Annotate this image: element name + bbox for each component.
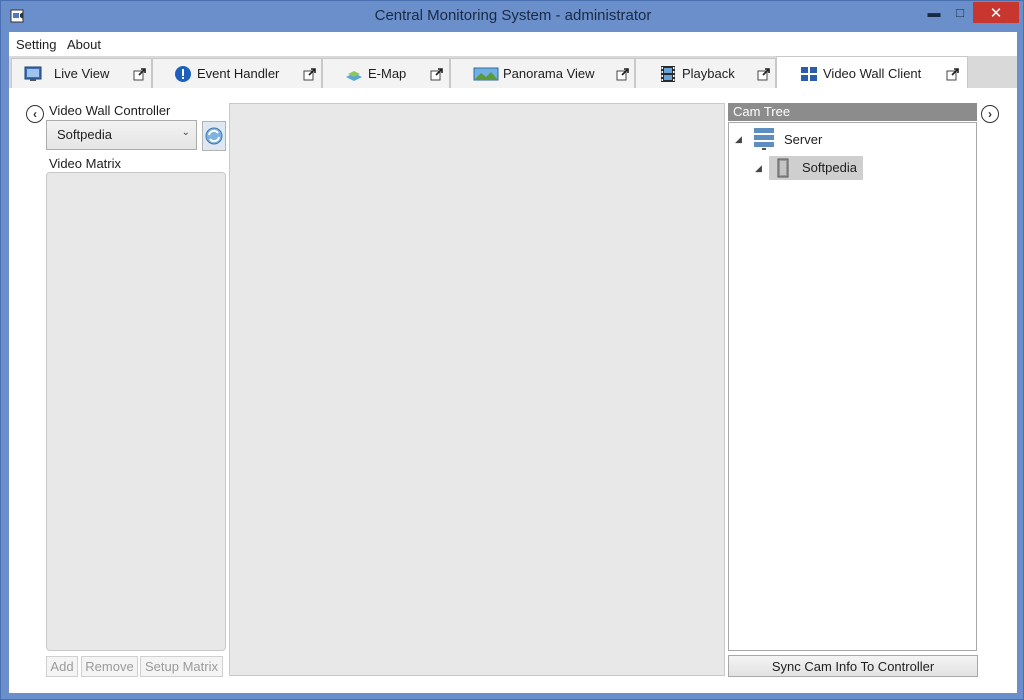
- title-bar[interactable]: Central Monitoring System - administrato…: [1, 1, 1024, 32]
- detach-icon[interactable]: [430, 67, 444, 81]
- tree-node-server[interactable]: Server: [784, 132, 822, 147]
- tab-panorama-view[interactable]: Panorama View: [450, 58, 635, 88]
- client-area: Setting About Live View Event Handler E-…: [9, 32, 1017, 693]
- tab-emap-label: E-Map: [368, 66, 407, 81]
- tab-playback[interactable]: Playback: [635, 58, 776, 88]
- cam-tree-header: Cam Tree: [728, 103, 977, 121]
- controller-select-value: Softpedia: [57, 127, 112, 142]
- detach-icon[interactable]: [946, 67, 960, 81]
- tab-panorama-view-label: Panorama View: [503, 66, 595, 81]
- tab-event-handler[interactable]: Event Handler: [152, 58, 322, 88]
- tab-video-wall-client-label: Video Wall Client: [823, 66, 922, 81]
- expand-icon[interactable]: ◢: [755, 163, 762, 174]
- tree-node-selected[interactable]: Softpedia: [769, 156, 863, 180]
- playback-icon: [661, 66, 675, 82]
- panorama-icon: [473, 67, 499, 81]
- chevron-left-icon: ‹: [33, 107, 37, 121]
- setup-matrix-button[interactable]: Setup Matrix: [140, 656, 223, 677]
- detach-icon[interactable]: [133, 67, 147, 81]
- detach-icon[interactable]: [757, 67, 771, 81]
- event-handler-icon: [175, 66, 191, 82]
- detach-icon[interactable]: [616, 67, 630, 81]
- cam-tree[interactable]: ◢ Server ◢ Softpedia: [728, 122, 977, 651]
- tab-live-view-label: Live View: [54, 66, 110, 81]
- sync-cam-info-button[interactable]: Sync Cam Info To Controller: [728, 655, 978, 677]
- tab-video-wall-client[interactable]: Video Wall Client: [776, 56, 968, 88]
- minimize-button[interactable]: ▬: [921, 2, 947, 23]
- remove-button[interactable]: Remove: [81, 656, 138, 677]
- emap-icon: [346, 71, 362, 81]
- video-matrix-label: Video Matrix: [49, 156, 122, 171]
- menu-setting[interactable]: Setting: [16, 37, 56, 52]
- add-button[interactable]: Add: [46, 656, 78, 677]
- live-view-icon: [24, 66, 42, 81]
- refresh-button[interactable]: [202, 121, 226, 151]
- collapse-left-button[interactable]: ‹: [26, 105, 44, 123]
- video-wall-canvas[interactable]: [229, 103, 725, 676]
- expand-icon[interactable]: ◢: [735, 134, 742, 145]
- detach-icon[interactable]: [303, 67, 317, 81]
- tab-live-view[interactable]: Live View: [11, 58, 152, 88]
- tab-playback-label: Playback: [682, 66, 735, 81]
- video-wall-icon: [801, 67, 817, 81]
- tab-strip: Live View Event Handler E-Map Panorama V…: [9, 56, 1017, 88]
- video-wall-controller-label: Video Wall Controller: [49, 103, 171, 118]
- close-button[interactable]: ✕: [973, 2, 1019, 23]
- window-frame: Central Monitoring System - administrato…: [0, 0, 1024, 700]
- tab-emap[interactable]: E-Map: [322, 58, 450, 88]
- menu-about[interactable]: About: [67, 37, 101, 52]
- chevron-right-icon: ›: [988, 107, 992, 121]
- tab-event-handler-label: Event Handler: [197, 66, 280, 81]
- controller-select[interactable]: Softpedia ⌄: [46, 120, 197, 150]
- tree-node-softpedia: Softpedia: [802, 160, 857, 175]
- refresh-icon: [205, 127, 223, 145]
- video-matrix-list[interactable]: [46, 172, 226, 651]
- server-icon: [754, 128, 774, 150]
- menu-bar: Setting About: [9, 32, 1017, 56]
- chevron-down-icon: ⌄: [181, 127, 190, 138]
- device-icon: [777, 158, 789, 178]
- window-title: Central Monitoring System - administrato…: [374, 7, 652, 24]
- maximize-button[interactable]: □: [947, 2, 973, 23]
- collapse-right-button[interactable]: ›: [981, 105, 999, 123]
